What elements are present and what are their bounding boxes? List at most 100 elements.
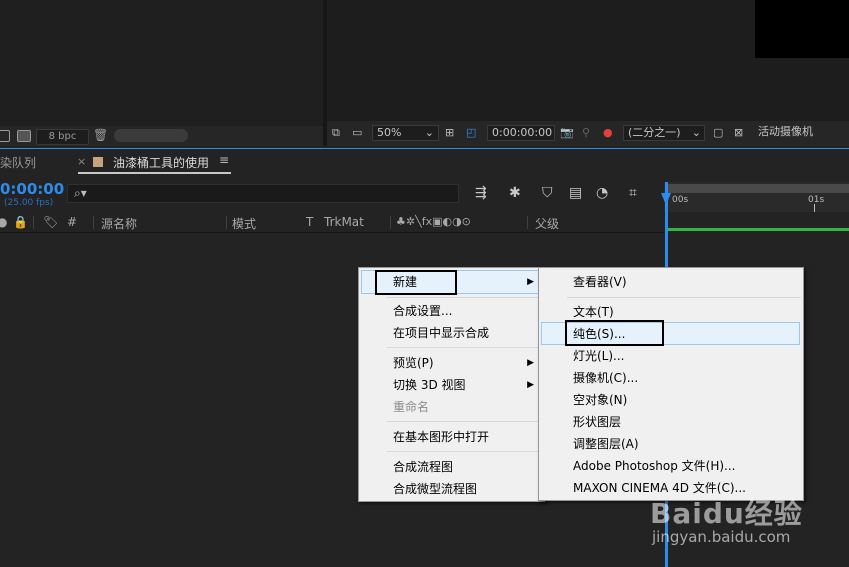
tab-composition[interactable]: 油漆桶工具的使用 [113,154,209,171]
ruler-tick [814,204,815,212]
menu-separator [387,421,542,422]
transparency-grid-icon[interactable]: ⊠ [734,125,743,141]
submenu-arrow-icon: ▶ [527,277,534,287]
lock-icon[interactable]: 🔒 [13,215,28,229]
camera-view-select[interactable]: 活动摄像机 [754,125,849,141]
submenu-item-camera[interactable]: 摄像机(C)... [539,367,801,389]
layer-column-header: ● 🔒 🏷 # 源名称 模式 T TrkMat ♣✲╲fx▣◐◑⊙ 父级 [0,213,664,233]
submenu-item-shape-layer[interactable]: 形状图层 [539,411,801,433]
submenu-item-null-object[interactable]: 空对象(N) [539,389,801,411]
submenu-arrow-icon: ▶ [527,358,534,368]
show-snapshot-icon[interactable]: ⚲ [582,125,590,141]
menu-item-comp-mini-flowchart[interactable]: 合成微型流程图 [359,478,542,500]
new-composition-icon[interactable] [17,130,31,142]
comp-mini-flowchart-icon[interactable]: ⇶ [475,185,487,201]
region-of-interest-icon[interactable]: ▢ [713,125,723,141]
horizontal-scrollbar[interactable] [114,129,188,142]
zoom-value: 50% [377,126,402,139]
menu-item-label: 合成微型流程图 [393,482,478,496]
submenu-item-photoshop-file[interactable]: Adobe Photoshop 文件(H)... [539,455,801,477]
work-area-range [668,228,849,231]
chevron-down-icon: ⌄ [424,126,434,139]
menu-item-label: 形状图层 [573,415,622,429]
menu-item-label: 合成设置... [393,304,453,318]
timeline-tabs: 染队列 × 油漆桶工具的使用 ≡ [0,149,849,176]
menu-item-label: 切换 3D 视图 [393,378,466,392]
motion-blur-icon[interactable]: ◔ [596,185,608,201]
menu-item-label: 文本(T) [573,305,614,319]
current-time-field[interactable]: 0:00:00:00 [487,125,555,141]
menu-separator [567,297,801,298]
baidu-watermark-logo: Baidu经验 [650,497,803,530]
menu-item-label: 摄像机(C)... [573,371,639,385]
bit-depth-button[interactable]: 8 bpc [36,129,89,145]
column-number[interactable]: # [67,215,77,229]
menu-item-reveal-in-project[interactable]: 在项目中显示合成 [359,322,542,344]
submenu-item-viewer[interactable]: 查看器(V) [539,271,801,293]
chevron-down-icon: ⌄ [691,126,701,139]
label-color-swatch [93,157,103,167]
menu-item-label: 空对象(N) [573,393,628,407]
frame-blending-icon[interactable]: ▤ [569,185,582,201]
menu-item-label: Adobe Photoshop 文件(H)... [573,459,736,473]
always-preview-icon[interactable]: ⧉ [332,125,340,141]
label-tag-icon[interactable]: 🏷 [43,215,58,229]
column-t[interactable]: T [306,215,313,229]
menu-item-label: 合成流程图 [393,460,454,474]
layer-search-input[interactable]: ⌕▾ [67,184,459,203]
menu-item-preview[interactable]: 预览(P) ▶ [359,352,542,374]
menu-item-label: 灯光(L)... [573,349,625,363]
project-panel [0,0,323,146]
menu-item-label: 在基本图形中打开 [393,430,490,444]
switches-icons[interactable]: ♣✲╲fx▣◐◑⊙ [396,215,471,228]
menu-item-comp-settings[interactable]: 合成设置... [359,300,542,322]
panel-menu-icon[interactable]: ≡ [219,153,229,167]
column-mode[interactable]: 模式 [232,215,256,232]
ruler-label-start: 00s [672,195,689,205]
camera-snapshot-icon[interactable]: 📷 [560,125,574,141]
monitor-icon[interactable]: ▭ [352,125,362,141]
time-ruler[interactable]: 00s 01s [664,182,849,212]
context-menu: 新建 ▶ 合成设置... 在项目中显示合成 预览(P) ▶ 切换 3D 视图 ▶… [358,267,545,502]
submenu-item-light[interactable]: 灯光(L)... [539,345,801,367]
mask-visibility-icon[interactable]: ◰ [466,125,476,141]
channel-color-icon[interactable]: ● [603,125,613,141]
menu-item-comp-flowchart[interactable]: 合成流程图 [359,456,542,478]
work-area-bar[interactable] [668,184,849,193]
video-switch-icon[interactable]: ● [0,215,7,229]
menu-item-open-in-essential-graphics[interactable]: 在基本图形中打开 [359,426,542,448]
column-parent[interactable]: 父级 [535,215,559,232]
graph-editor-icon[interactable]: ⌗ [629,185,637,201]
menu-item-rename: 重命名 [359,396,542,418]
column-trkmat[interactable]: TrkMat [324,215,364,229]
shy-layers-icon[interactable]: ⛉ [542,185,553,201]
viewer-toolbar: ⧉ ▭ 50% ⌄ ⊞ ◰ 0:00:00:00 📷 ⚲ ● (二分之一) ⌄ ▢ … [327,121,849,146]
menu-separator [387,297,542,298]
menu-item-switch-3d-view[interactable]: 切换 3D 视图 ▶ [359,374,542,396]
interpret-footage-icon[interactable] [0,130,10,142]
resolution-select[interactable]: (二分之一) ⌄ [623,125,705,141]
close-icon[interactable]: × [77,155,86,168]
safe-zones-icon[interactable]: ⊞ [445,125,454,141]
draft-3d-icon[interactable]: ✱ [509,185,521,201]
zoom-select[interactable]: 50% ⌄ [372,125,439,141]
frame-rate-label: (25.00 fps) [4,198,54,208]
menu-item-label: 重命名 [393,400,430,414]
column-source-name[interactable]: 源名称 [101,215,137,232]
annotation-box-new [375,270,457,295]
submenu-item-adjustment-layer[interactable]: 调整图层(A) [539,433,801,455]
camera-value: 活动摄像机 [758,125,813,138]
column-separator [226,216,227,229]
column-separator [33,216,34,229]
column-separator [390,216,391,229]
submenu-arrow-icon: ▶ [527,380,534,390]
trash-icon[interactable]: 🗑 [93,128,108,142]
playhead-handle[interactable] [661,193,671,205]
active-tab-indicator [78,172,231,174]
tab-render-queue[interactable]: 染队列 [0,154,36,171]
menu-item-label: 查看器(V) [573,275,627,289]
column-separator [93,216,94,229]
menu-separator [387,347,542,348]
resolution-value: (二分之一) [628,126,681,139]
timeline-timecode[interactable]: 0:00:00 [0,180,64,198]
